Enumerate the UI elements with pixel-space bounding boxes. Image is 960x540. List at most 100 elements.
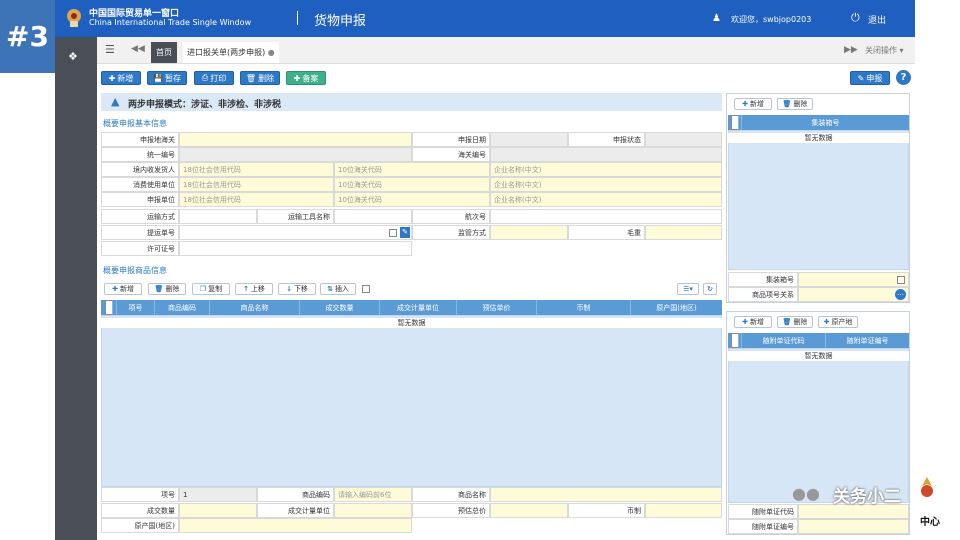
- docs-empty-text: 暂无数据: [728, 351, 909, 361]
- new-button[interactable]: ✚ 新增: [101, 71, 141, 85]
- currency-field[interactable]: [645, 503, 722, 518]
- container-panel: ✚ 新增 🗑 删除 集装箱号 暂无数据 集装箱号 商品项号关系 …: [726, 93, 910, 303]
- refresh-button[interactable]: ↻: [703, 283, 717, 295]
- customs-field[interactable]: [179, 132, 412, 147]
- doc-no-field[interactable]: [798, 519, 909, 534]
- relation-field[interactable]: …: [798, 287, 909, 302]
- docs-grid-header: 随附单证代码 随附单证编号: [728, 333, 909, 348]
- logo-en: China International Trade Single Window: [89, 18, 252, 27]
- gross-field[interactable]: [645, 225, 722, 240]
- slide-number-badge: #3: [0, 0, 55, 75]
- status-label: 申报状态: [568, 132, 645, 147]
- goods-empty-text: 暂无数据: [101, 318, 722, 328]
- container-delete-button[interactable]: 🗑 删除: [777, 98, 813, 110]
- save-button[interactable]: 💾 暂存: [147, 71, 187, 85]
- box-no-field[interactable]: [798, 272, 909, 287]
- consumer-credit-field[interactable]: 18位社会信用代码: [179, 177, 334, 192]
- qty-field[interactable]: [179, 503, 257, 518]
- goods-section-title: 概要申报商品信息: [103, 266, 167, 275]
- container-add-button[interactable]: ✚ 新增: [734, 98, 772, 110]
- qty-label: 成交数量: [101, 503, 179, 518]
- goods-col-6: 币制: [537, 300, 631, 315]
- goods-toolbar-checkbox[interactable]: [362, 285, 370, 293]
- container-select-all[interactable]: [728, 115, 742, 130]
- more-icon[interactable]: …: [895, 289, 906, 300]
- supervision-field[interactable]: [490, 225, 568, 240]
- delete-button[interactable]: 🗑 删除: [240, 71, 280, 85]
- docs-col-2: 随附单证编号: [846, 336, 889, 345]
- declarer-code-field[interactable]: 10位海关代码: [334, 192, 490, 207]
- consignee-name-field[interactable]: 企业名称(中文): [490, 162, 722, 177]
- declarer-credit-field[interactable]: 18位社会信用代码: [179, 192, 334, 207]
- consignee-credit-field[interactable]: 18位社会信用代码: [179, 162, 334, 177]
- goods-grid-header: 项号 商品编码 商品名称 成交数量 成交计量单位 预估单价 币制 原产国(地区): [101, 300, 722, 315]
- code-label: 商品编码: [257, 487, 334, 502]
- column-settings-button[interactable]: ☰▾: [677, 283, 699, 295]
- menu-icon[interactable]: ☰: [105, 43, 115, 56]
- goods-col-5: 预估单价: [457, 300, 537, 315]
- voyage-field[interactable]: [490, 209, 722, 224]
- doc-no-label: 随附单证编号: [728, 519, 798, 534]
- help-icon[interactable]: ?: [896, 70, 911, 85]
- goods-col-7: 原产国(地区): [656, 303, 697, 312]
- wechat-icon: ●●: [792, 484, 820, 503]
- code-field[interactable]: 请输入编码前6位: [334, 487, 412, 502]
- bill-field[interactable]: ✎: [179, 225, 412, 240]
- origin-field[interactable]: [179, 518, 412, 533]
- price-field[interactable]: [490, 503, 568, 518]
- goods-col-4: 成交计量单位: [380, 300, 457, 315]
- goods-up-button[interactable]: ↑ 上移: [235, 283, 273, 295]
- voyage-label: 航次号: [412, 209, 490, 224]
- goods-add-button[interactable]: ✚ 新增: [104, 283, 142, 295]
- status-field: [645, 132, 722, 147]
- module-title: 货物申报: [314, 14, 367, 29]
- docs-add-button[interactable]: ✚ 新增: [734, 316, 772, 328]
- vehicle-field[interactable]: [334, 209, 412, 224]
- left-sidebar: ❖: [55, 37, 97, 540]
- item-no-field: 1: [179, 487, 257, 502]
- docs-delete-button[interactable]: 🗑 删除: [777, 316, 813, 328]
- tab-active[interactable]: 进口报关单(两步申报) ●: [183, 42, 279, 63]
- unit-field[interactable]: [334, 503, 412, 518]
- declare-button[interactable]: ✎ 申报: [850, 71, 890, 85]
- goods-insert-button[interactable]: ⇅ 插入: [320, 283, 356, 295]
- docs-origin-button[interactable]: ✚ 原产地: [818, 316, 858, 328]
- tab-close-icon[interactable]: ●: [268, 48, 275, 57]
- goods-col-0: 项号: [117, 300, 155, 315]
- permit-field[interactable]: [179, 241, 412, 256]
- bill-edit-icon[interactable]: ✎: [400, 227, 410, 238]
- close-ops-dropdown[interactable]: 关闭操作 ▾: [865, 45, 904, 56]
- goods-down-button[interactable]: ↓ 下移: [278, 283, 316, 295]
- print-button[interactable]: ⎙ 打印: [194, 71, 234, 85]
- vehicle-label: 运输工具名称: [257, 209, 334, 224]
- emblem-icon: [64, 7, 84, 29]
- cubes-icon[interactable]: ❖: [68, 50, 78, 63]
- goods-copy-button[interactable]: ❐ 复制: [192, 283, 230, 295]
- goods-select-all[interactable]: [101, 300, 117, 315]
- consumer-label: 消费使用单位: [101, 177, 179, 192]
- logout-link[interactable]: 退出: [868, 13, 886, 26]
- record-button[interactable]: ✚ 备案: [286, 71, 326, 85]
- consumer-name-field[interactable]: 企业名称(中文): [490, 177, 722, 192]
- mascot-icon: [918, 476, 936, 500]
- bill-checkbox[interactable]: [389, 229, 397, 237]
- container-empty-text: 暂无数据: [728, 133, 909, 143]
- tab-next-icon[interactable]: ▶▶: [844, 45, 858, 55]
- relation-label: 商品项号关系: [728, 287, 798, 302]
- box-no-checkbox[interactable]: [897, 276, 905, 284]
- customs-no-label: 海关编号: [412, 147, 490, 162]
- docs-col-1: 随附单证代码: [742, 333, 826, 348]
- tab-home[interactable]: 首页: [151, 42, 177, 63]
- tab-prev-icon[interactable]: ◀◀: [131, 44, 145, 54]
- declarer-name-field[interactable]: 企业名称(中文): [490, 192, 722, 207]
- transport-field[interactable]: [179, 209, 257, 224]
- power-icon[interactable]: ⏻: [851, 11, 860, 25]
- container-col: 集装箱号: [811, 118, 840, 127]
- tab-active-label: 进口报关单(两步申报): [187, 48, 266, 57]
- customs-label: 申报地海关: [101, 132, 179, 147]
- goods-delete-button[interactable]: 🗑 删除: [148, 283, 186, 295]
- docs-select-all[interactable]: [728, 333, 742, 348]
- consumer-code-field[interactable]: 10位海关代码: [334, 177, 490, 192]
- goods-name-field[interactable]: [490, 487, 722, 502]
- consignee-code-field[interactable]: 10位海关代码: [334, 162, 490, 177]
